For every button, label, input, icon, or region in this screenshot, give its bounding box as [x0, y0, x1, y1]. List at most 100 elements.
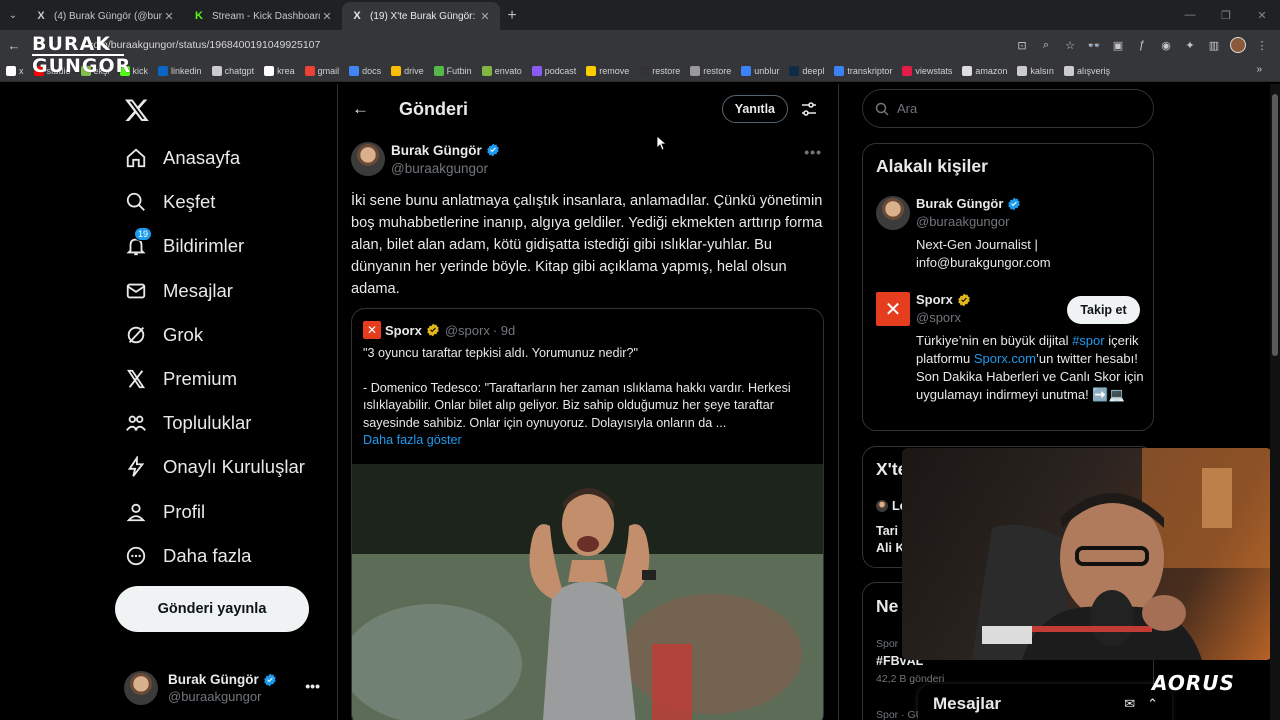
tab-close-icon[interactable]: ✕ — [320, 10, 334, 23]
back-nav-button[interactable]: ← — [0, 31, 28, 59]
browser-menu-icon[interactable]: ⋮ — [1250, 33, 1274, 57]
back-arrow-icon[interactable]: ← — [352, 99, 372, 119]
tune-settings-icon[interactable] — [794, 101, 824, 117]
new-message-icon[interactable]: ✉ — [1124, 696, 1135, 712]
bookmark-item[interactable]: krea — [264, 65, 295, 76]
author-avatar[interactable] — [351, 142, 385, 176]
extension-eye-icon[interactable]: 👓 — [1082, 33, 1106, 57]
follow-button[interactable]: Takip et — [1067, 296, 1140, 324]
person-name[interactable]: Burak Güngör — [916, 196, 1003, 211]
bookmark-item[interactable]: restore — [639, 65, 680, 76]
quoted-post-header: ✕ Sporx @sporx · 9d — [363, 321, 515, 339]
new-tab-button[interactable]: + — [500, 2, 524, 30]
bookmark-item[interactable]: deepl — [789, 65, 824, 76]
nav-item-mail[interactable]: Mesajlar — [114, 269, 334, 313]
search-box[interactable] — [862, 89, 1154, 128]
quoted-post[interactable]: ✕ Sporx @sporx · 9d "3 oyuncu taraftar t… — [351, 308, 824, 720]
tab-close-icon[interactable]: ✕ — [478, 10, 492, 23]
browser-tab-active[interactable]: X (19) X'te Burak Güngör: "İki sene ✕ — [342, 2, 500, 30]
browser-tab[interactable]: K Stream - Kick Dashboard ✕ — [184, 2, 342, 30]
account-name: Burak Güngör — [168, 672, 259, 687]
messages-drawer[interactable]: Mesajlar ✉ ⌃ — [918, 684, 1172, 720]
related-person-1[interactable]: Burak Güngör @buraakgungor — [876, 196, 1021, 230]
expand-drawer-icon[interactable]: ⌃ — [1147, 696, 1158, 712]
bookmark-item[interactable]: x — [6, 65, 24, 76]
nav-item-person[interactable]: Profil — [114, 490, 334, 534]
tab-title: (19) X'te Burak Güngör: "İki sene — [370, 10, 478, 22]
hashtag-link[interactable]: #spor — [1072, 333, 1105, 348]
install-app-icon[interactable]: ⊡ — [1010, 33, 1034, 57]
bookmark-item[interactable]: Futbin — [433, 65, 472, 76]
nav-item-more-circle[interactable]: Daha fazla — [114, 534, 334, 578]
bookmark-favicon-icon — [741, 65, 752, 76]
post-more-icon[interactable]: ••• — [804, 144, 822, 160]
show-more-link[interactable]: Daha fazla göster — [363, 432, 813, 450]
avatar[interactable] — [876, 196, 910, 230]
nav-item-people[interactable]: Topluluklar — [114, 401, 334, 445]
bookmark-item[interactable]: drive — [391, 65, 424, 76]
profile-avatar[interactable] — [1226, 33, 1250, 57]
nav-item-label: Daha fazla — [163, 544, 252, 566]
verified-badge-icon — [486, 143, 499, 157]
minimize-icon[interactable]: — — [1172, 0, 1208, 30]
nav-item-home[interactable]: Anasayfa — [114, 136, 334, 180]
bookmark-item[interactable]: remove — [586, 65, 629, 76]
bio-text: Türkiye’nin en büyük dijital — [916, 333, 1073, 348]
bookmark-item[interactable]: alışveriş — [1063, 65, 1110, 76]
bookmark-item[interactable]: linkedin — [158, 65, 202, 76]
bookmarks-overflow-icon[interactable]: » — [1256, 64, 1262, 75]
url-field[interactable]: com/buraakgungor/status/1968400191049925… — [88, 33, 1004, 57]
website-link[interactable]: Sporx.com — [974, 351, 1036, 366]
address-bar-row: ← com/buraakgungor/status/19684001910499… — [0, 30, 1280, 60]
bookmark-item[interactable]: docs — [349, 65, 381, 76]
bookmark-favicon-icon — [158, 65, 169, 76]
page-scrollbar[interactable] — [1270, 84, 1280, 720]
x-logo-icon[interactable] — [124, 97, 150, 123]
account-menu-icon[interactable]: ••• — [305, 678, 320, 694]
post-author[interactable]: Burak Güngör @buraakgungor — [351, 142, 500, 176]
bookmark-item[interactable]: unblur — [741, 65, 779, 76]
account-switcher[interactable]: Burak Güngör @buraakgungor ••• — [124, 668, 324, 708]
nav-item-search[interactable]: Keşfet — [114, 180, 334, 224]
bookmark-favicon-icon — [902, 65, 913, 76]
tab-close-icon[interactable]: ✕ — [162, 10, 176, 23]
bookmark-item[interactable]: gmail — [304, 65, 339, 76]
sidepanel-icon[interactable]: ▥ — [1202, 33, 1226, 57]
nav-item-lightning[interactable]: Onaylı Kuruluşlar — [114, 445, 334, 489]
extensions-puzzle-icon[interactable]: ✦ — [1178, 33, 1202, 57]
search-input[interactable] — [897, 101, 1117, 116]
bookmark-label: kick — [132, 65, 149, 76]
bookmark-item[interactable]: chatgpt — [211, 65, 254, 76]
bookmark-item[interactable]: viewstats — [902, 65, 952, 76]
reply-button[interactable]: Yanıtla — [721, 95, 788, 123]
bookmark-item[interactable]: amazon — [962, 65, 1007, 76]
post-button[interactable]: Gönderi yayınla — [115, 586, 309, 632]
nav-item-bell[interactable]: 19 Bildirimler — [114, 224, 334, 268]
bookmark-item[interactable]: podcast — [531, 65, 576, 76]
bookmark-item[interactable]: kalsın — [1017, 65, 1054, 76]
person-name[interactable]: Sporx — [916, 292, 953, 307]
extension-camera-icon[interactable]: ◉ — [1154, 33, 1178, 57]
sporx-avatar-icon[interactable]: ✕ — [876, 292, 910, 326]
restore-icon[interactable]: ❐ — [1208, 0, 1244, 30]
bookmark-item[interactable]: envato — [481, 65, 522, 76]
bookmark-item[interactable]: restore — [690, 65, 731, 76]
mouse-cursor-icon — [657, 136, 666, 150]
related-person-2[interactable]: ✕ Sporx @sporx — [876, 292, 971, 326]
zoom-icon[interactable]: ⌕ — [1034, 33, 1058, 57]
bookmark-item[interactable]: transkriptor — [834, 65, 892, 76]
nav-item-label: Anasayfa — [163, 147, 241, 169]
nav-item-x-premium[interactable]: Premium — [114, 357, 334, 401]
nav-item-grok[interactable]: Grok — [114, 313, 334, 357]
browser-tab[interactable]: X (4) Burak Güngör (@buraakgungor) ✕ — [26, 2, 184, 30]
tab-search-chevron-icon[interactable]: ⌄ — [0, 0, 26, 30]
extension-image-icon[interactable]: ▣ — [1106, 33, 1130, 57]
account-handle: @buraakgungor — [168, 689, 262, 704]
close-window-icon[interactable]: ✕ — [1244, 0, 1280, 30]
post-column: ← Gönderi Yanıtla Burak Güngör @buraakgu… — [337, 84, 839, 720]
quoted-post-image[interactable] — [352, 464, 823, 720]
extension-font-icon[interactable]: ƒ — [1130, 33, 1154, 57]
bookmark-star-icon[interactable]: ☆ — [1058, 33, 1082, 57]
author-name[interactable]: Burak Güngör — [391, 143, 482, 158]
scrollbar-thumb[interactable] — [1272, 94, 1278, 356]
